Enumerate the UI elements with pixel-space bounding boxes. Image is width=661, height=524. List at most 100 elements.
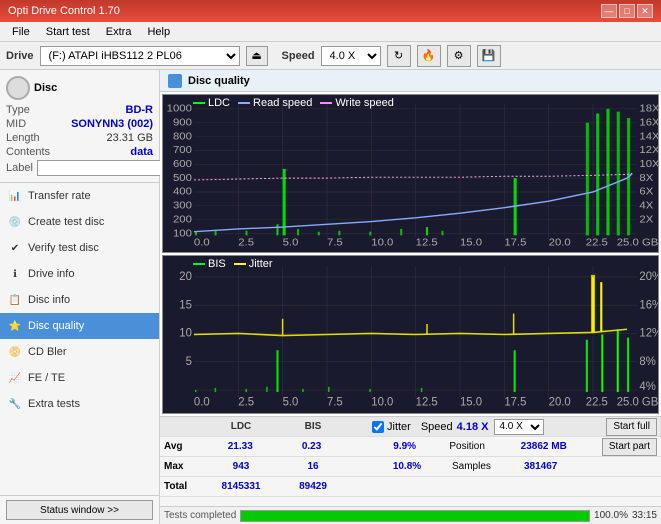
stats-ldc-header: LDC bbox=[206, 421, 276, 432]
avg-ldc-value: 21.33 bbox=[206, 441, 275, 452]
legend-read-speed-label: Read speed bbox=[253, 97, 312, 109]
avg-label: Avg bbox=[164, 441, 204, 452]
start-part-button[interactable]: Start part bbox=[602, 438, 657, 456]
svg-text:8%: 8% bbox=[639, 356, 655, 368]
app-title: Opti Drive Control 1.70 bbox=[8, 5, 120, 17]
svg-text:10.0: 10.0 bbox=[371, 237, 393, 248]
menu-extra[interactable]: Extra bbox=[98, 24, 140, 40]
menu-file[interactable]: File bbox=[4, 24, 38, 40]
maximize-button[interactable]: □ bbox=[619, 4, 635, 18]
bis-legend-color bbox=[193, 263, 205, 265]
status-section: Status window >> bbox=[0, 495, 159, 524]
legend-read-speed: Read speed bbox=[238, 97, 312, 109]
disc-contents-value: data bbox=[130, 146, 153, 158]
svg-text:12%: 12% bbox=[639, 328, 658, 340]
sidebar-item-fe-te[interactable]: 📈 FE / TE bbox=[0, 365, 159, 391]
close-button[interactable]: ✕ bbox=[637, 4, 653, 18]
svg-text:600: 600 bbox=[173, 159, 192, 170]
eject-button[interactable]: ⏏ bbox=[246, 46, 268, 66]
progress-bar-container bbox=[240, 510, 590, 522]
content-area: Disc quality LDC Read speed Wr bbox=[160, 70, 661, 524]
sidebar-item-verify-test-disc[interactable]: ✔ Verify test disc bbox=[0, 235, 159, 261]
menu-help[interactable]: Help bbox=[139, 24, 178, 40]
save-button[interactable]: 💾 bbox=[477, 45, 501, 67]
sidebar-item-drive-info[interactable]: ℹ Drive info bbox=[0, 261, 159, 287]
verify-test-icon: ✔ bbox=[8, 241, 22, 255]
status-window-button[interactable]: Status window >> bbox=[6, 500, 153, 520]
jitter-checkbox[interactable] bbox=[372, 421, 384, 433]
jitter-legend-color bbox=[234, 263, 246, 265]
progress-bar-area: Tests completed 100.0% 33:15 bbox=[160, 506, 661, 524]
svg-text:5.0: 5.0 bbox=[283, 397, 299, 409]
sidebar-item-disc-info[interactable]: 📋 Disc info bbox=[0, 287, 159, 313]
titlebar: Opti Drive Control 1.70 — □ ✕ bbox=[0, 0, 661, 22]
legend-bis: BIS bbox=[193, 258, 226, 270]
svg-text:5: 5 bbox=[186, 356, 192, 368]
svg-text:18X: 18X bbox=[639, 103, 658, 114]
disc-length-value: 23.31 GB bbox=[107, 132, 153, 144]
svg-text:700: 700 bbox=[173, 145, 192, 156]
svg-text:1000: 1000 bbox=[167, 103, 192, 114]
svg-text:12.5: 12.5 bbox=[416, 237, 438, 248]
menu-start-test[interactable]: Start test bbox=[38, 24, 98, 40]
speed-header-container: Speed 4.18 X bbox=[421, 421, 489, 433]
progress-status-label: Tests completed bbox=[164, 510, 236, 521]
sidebar-item-disc-quality[interactable]: ⭐ Disc quality bbox=[0, 313, 159, 339]
charts-container: LDC Read speed Write speed bbox=[160, 92, 661, 416]
svg-text:100: 100 bbox=[173, 228, 192, 239]
max-label: Max bbox=[164, 461, 204, 472]
total-bis-value: 89429 bbox=[278, 481, 348, 492]
drive-select[interactable]: (F:) ATAPI iHBS112 2 PL06 bbox=[40, 46, 240, 66]
sidebar-item-label: CD Bler bbox=[28, 346, 67, 358]
window-controls: — □ ✕ bbox=[601, 4, 653, 18]
progress-percent-text: 100.0% bbox=[594, 510, 628, 521]
disc-label-input[interactable] bbox=[37, 160, 171, 176]
start-full-button[interactable]: Start full bbox=[606, 418, 657, 436]
refresh-button[interactable]: ↻ bbox=[387, 45, 411, 67]
sidebar-item-cd-bler[interactable]: 📀 CD Bler bbox=[0, 339, 159, 365]
sidebar-item-transfer-rate[interactable]: 📊 Transfer rate bbox=[0, 183, 159, 209]
transfer-rate-icon: 📊 bbox=[8, 189, 22, 203]
drivebar: Drive (F:) ATAPI iHBS112 2 PL06 ⏏ Speed … bbox=[0, 42, 661, 70]
burn-button[interactable]: 🔥 bbox=[417, 45, 441, 67]
svg-text:25.0 GB: 25.0 GB bbox=[617, 397, 658, 409]
total-label: Total bbox=[164, 481, 204, 492]
extra-tests-icon: 🔧 bbox=[8, 397, 22, 411]
samples-value: 381467 bbox=[524, 461, 557, 472]
svg-text:14X: 14X bbox=[639, 131, 658, 142]
sidebar: Disc Type BD-R MID SONYNN3 (002) Length … bbox=[0, 70, 160, 524]
svg-text:300: 300 bbox=[173, 200, 192, 211]
legend-bis-label: BIS bbox=[208, 258, 226, 270]
disc-length-row: Length 23.31 GB bbox=[6, 132, 153, 144]
svg-text:22.5: 22.5 bbox=[586, 237, 608, 248]
sidebar-item-extra-tests[interactable]: 🔧 Extra tests bbox=[0, 391, 159, 417]
svg-text:15: 15 bbox=[179, 299, 192, 311]
svg-text:7.5: 7.5 bbox=[327, 237, 343, 248]
svg-text:4X: 4X bbox=[639, 200, 653, 211]
sidebar-item-create-test-disc[interactable]: 💿 Create test disc bbox=[0, 209, 159, 235]
stats-total-row: Total 8145331 89429 bbox=[160, 477, 661, 497]
chart1-legend: LDC Read speed Write speed bbox=[193, 97, 394, 109]
speed-select[interactable]: 4.0 X bbox=[321, 46, 381, 66]
svg-text:12X: 12X bbox=[639, 145, 658, 156]
svg-text:4%: 4% bbox=[639, 381, 655, 393]
legend-write-speed: Write speed bbox=[320, 97, 394, 109]
ldc-chart-svg: 1000 900 800 700 600 500 400 300 200 100… bbox=[163, 95, 658, 252]
position-value: 23862 MB bbox=[521, 441, 600, 452]
disc-contents-label: Contents bbox=[6, 146, 50, 158]
settings-button[interactable]: ⚙ bbox=[447, 45, 471, 67]
chart2-legend: BIS Jitter bbox=[193, 258, 273, 270]
create-test-icon: 💿 bbox=[8, 215, 22, 229]
svg-text:10: 10 bbox=[179, 328, 192, 340]
svg-text:7.5: 7.5 bbox=[327, 397, 343, 409]
bis-chart: BIS Jitter bbox=[162, 255, 659, 414]
minimize-button[interactable]: — bbox=[601, 4, 617, 18]
disc-label-row: Label 🔍 bbox=[6, 160, 153, 176]
svg-text:500: 500 bbox=[173, 172, 192, 183]
sidebar-item-label: Transfer rate bbox=[28, 190, 91, 202]
svg-text:0.0: 0.0 bbox=[194, 397, 210, 409]
disc-length-label: Length bbox=[6, 132, 40, 144]
speed-select-stats[interactable]: 4.0 X bbox=[494, 419, 544, 435]
progress-time: 33:15 bbox=[632, 510, 657, 521]
total-ldc-value: 8145331 bbox=[206, 481, 276, 492]
